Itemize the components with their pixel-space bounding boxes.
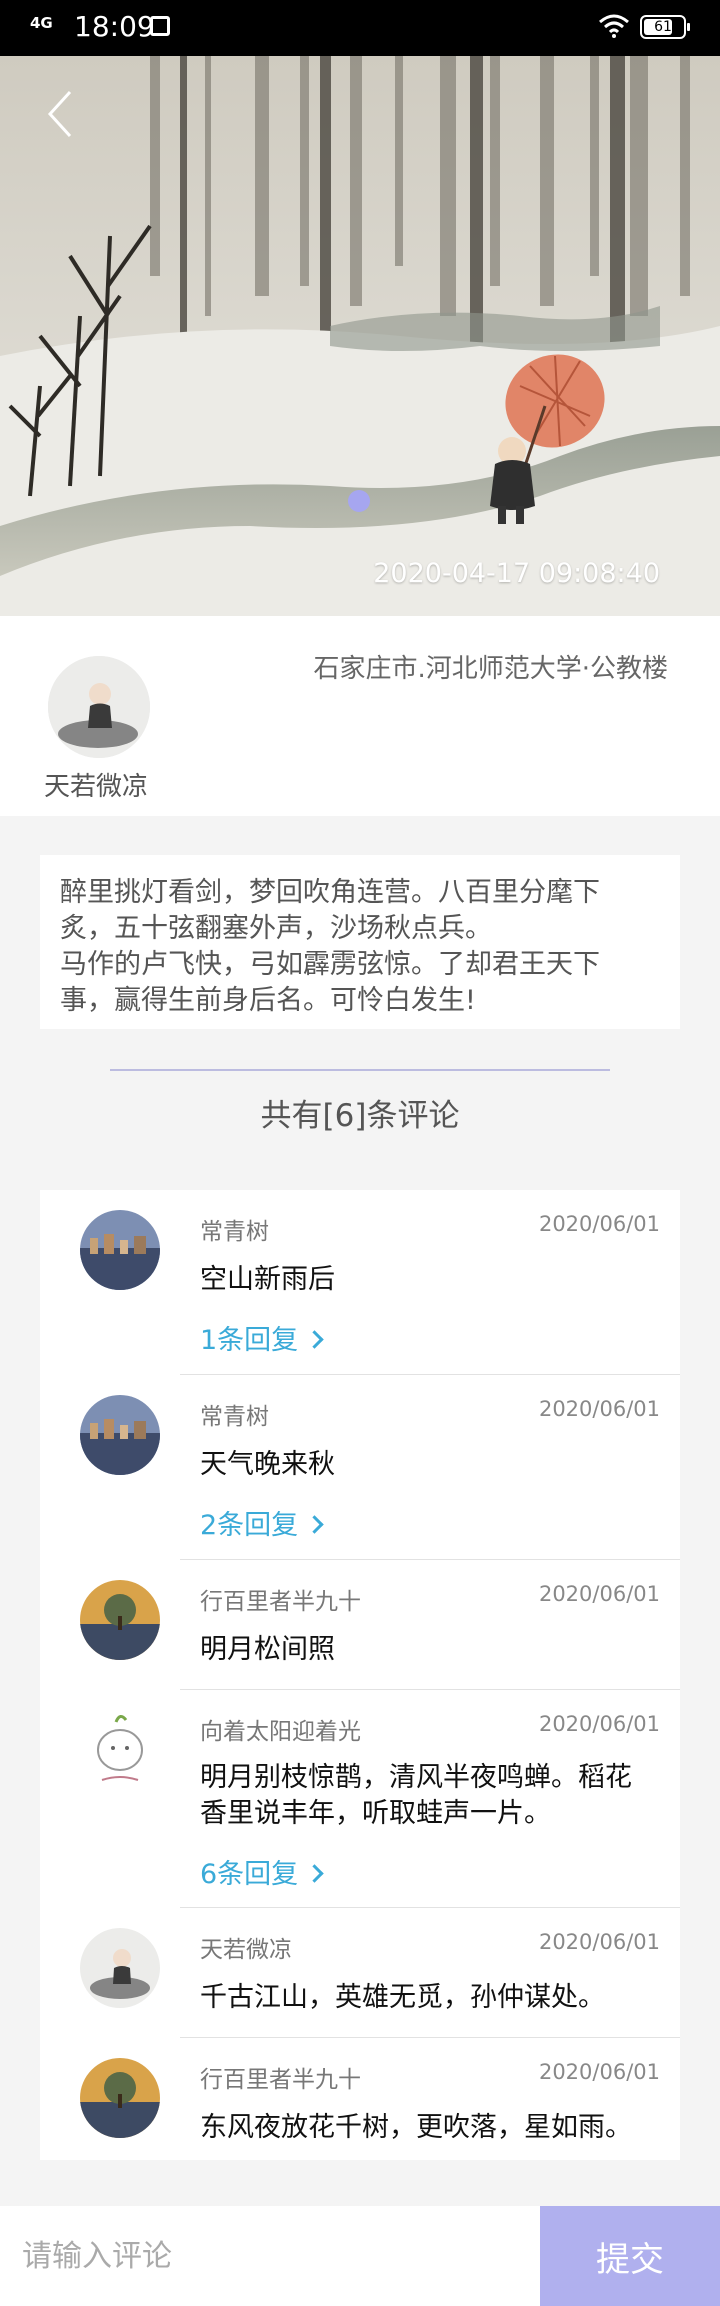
post-timestamp: 2020-04-17 09:08:40 <box>373 558 660 589</box>
comment-date: 2020/06/01 <box>538 1582 660 1606</box>
carousel-indicator-dot[interactable] <box>348 490 370 512</box>
reply-count: 6条回复 <box>200 1859 299 1890</box>
comment-avatar[interactable] <box>80 2058 160 2138</box>
tree-avatar-icon <box>80 2058 160 2138</box>
comment-item[interactable]: 天若微凉 2020/06/01 千古江山，英雄无觅，孙仲谋处。 <box>40 1908 680 2038</box>
status-bar: 4G 18:09 61 <box>0 0 720 56</box>
snow-landscape-illustration <box>0 56 720 616</box>
status-time: 18:09 <box>74 10 155 43</box>
comment-date: 2020/06/01 <box>538 1712 660 1736</box>
chevron-right-icon <box>305 1330 324 1349</box>
city-avatar-icon <box>80 1395 160 1475</box>
post-line: 事，赢得生前身后名。可怜白发生! <box>60 985 476 1016</box>
city-avatar-icon <box>80 1210 160 1290</box>
comment-date: 2020/06/01 <box>538 1397 660 1421</box>
author-avatar[interactable] <box>48 656 150 758</box>
comment-avatar[interactable] <box>80 1708 160 1788</box>
cover-image: 2020-04-17 09:08:40 <box>0 56 720 616</box>
comment-text: 天气晚来秋 <box>200 1449 335 1480</box>
post-line: 醉里挑灯看剑，梦回吹角连营。八百里分麾下 <box>60 877 600 908</box>
comment-input[interactable] <box>0 2206 540 2306</box>
divider <box>110 1069 610 1071</box>
comment-item[interactable]: 行百里者半九十 2020/06/01 明月松间照 <box>40 1560 680 1690</box>
comment-date: 2020/06/01 <box>538 2060 660 2084</box>
comment-reply-link[interactable]: 2条回复 <box>200 1503 324 1542</box>
comment-username[interactable]: 天若微凉 <box>200 1930 292 1964</box>
post-location: 石家庄市.河北师范大学·公教楼 <box>313 654 668 684</box>
monk-avatar-icon <box>80 1928 160 2008</box>
tree-avatar-icon <box>80 1580 160 1660</box>
comment-count: 共有[6]条评论 <box>260 1098 460 1134</box>
reply-count: 2条回复 <box>200 1510 299 1541</box>
author-name[interactable]: 天若微凉 <box>44 766 148 803</box>
chevron-right-icon <box>305 1515 324 1534</box>
comment-date: 2020/06/01 <box>538 1930 660 1954</box>
post-content: 醉里挑灯看剑，梦回吹角连营。八百里分麾下 炙，五十弦翻塞外声，沙场秋点兵。 马作… <box>40 855 680 1029</box>
comment-text: 明月别枝惊鹊，清风半夜鸣蝉。稻花 香里说丰年，听取蛙声一片。 <box>200 1760 660 1832</box>
comment-username[interactable]: 行百里者半九十 <box>200 2060 361 2094</box>
comment-reply-link[interactable]: 6条回复 <box>200 1852 324 1891</box>
author-section: 天若微凉 石家庄市.河北师范大学·公教楼 <box>0 616 720 816</box>
comment-avatar[interactable] <box>80 1928 160 2008</box>
cartoon-avatar-icon <box>80 1708 160 1788</box>
comment-date: 2020/06/01 <box>538 1212 660 1236</box>
reply-count: 1条回复 <box>200 1325 299 1356</box>
back-icon[interactable] <box>40 84 80 144</box>
comment-item[interactable]: 行百里者半九十 2020/06/01 东风夜放花千树，更吹落，星如雨。 <box>40 2038 680 2160</box>
comment-username[interactable]: 常青树 <box>200 1212 269 1246</box>
battery-icon: 61 <box>640 15 690 39</box>
comment-text: 明月松间照 <box>200 1634 335 1665</box>
comment-input-bar: 提交 <box>0 2206 720 2306</box>
comment-username[interactable]: 向着太阳迎着光 <box>200 1712 361 1746</box>
monk-avatar-icon <box>48 656 150 758</box>
comment-text: 东风夜放花千树，更吹落，星如雨。 <box>200 2112 632 2143</box>
comment-avatar[interactable] <box>80 1210 160 1290</box>
comment-avatar[interactable] <box>80 1395 160 1475</box>
comment-avatar[interactable] <box>80 1580 160 1660</box>
submit-button[interactable]: 提交 <box>540 2206 720 2306</box>
comment-text-line: 香里说丰年，听取蛙声一片。 <box>200 1798 551 1829</box>
comment-item[interactable]: 向着太阳迎着光 2020/06/01 明月别枝惊鹊，清风半夜鸣蝉。稻花 香里说丰… <box>40 1690 680 1908</box>
chevron-right-icon <box>305 1864 324 1883</box>
comment-item[interactable]: 常青树 2020/06/01 天气晚来秋 2条回复 <box>40 1375 680 1560</box>
notification-icon <box>150 16 170 36</box>
comment-text: 千古江山，英雄无觅，孙仲谋处。 <box>200 1982 605 2013</box>
comment-reply-link[interactable]: 1条回复 <box>200 1318 324 1357</box>
comment-list: 常青树 2020/06/01 空山新雨后 1条回复 常青树 2020/06/01… <box>40 1190 680 2160</box>
battery-level: 61 <box>654 19 672 35</box>
comment-text: 空山新雨后 <box>200 1264 335 1295</box>
comment-item[interactable]: 常青树 2020/06/01 空山新雨后 1条回复 <box>40 1190 680 1375</box>
comment-username[interactable]: 常青树 <box>200 1397 269 1431</box>
post-line: 炙，五十弦翻塞外声，沙场秋点兵。 <box>60 913 492 944</box>
comment-username[interactable]: 行百里者半九十 <box>200 1582 361 1616</box>
wifi-icon <box>599 14 629 38</box>
post-line: 马作的卢飞快，弓如霹雳弦惊。了却君王天下 <box>60 949 600 980</box>
signal-indicator: 4G <box>30 14 53 32</box>
comment-text-line: 明月别枝惊鹊，清风半夜鸣蝉。稻花 <box>200 1762 632 1793</box>
